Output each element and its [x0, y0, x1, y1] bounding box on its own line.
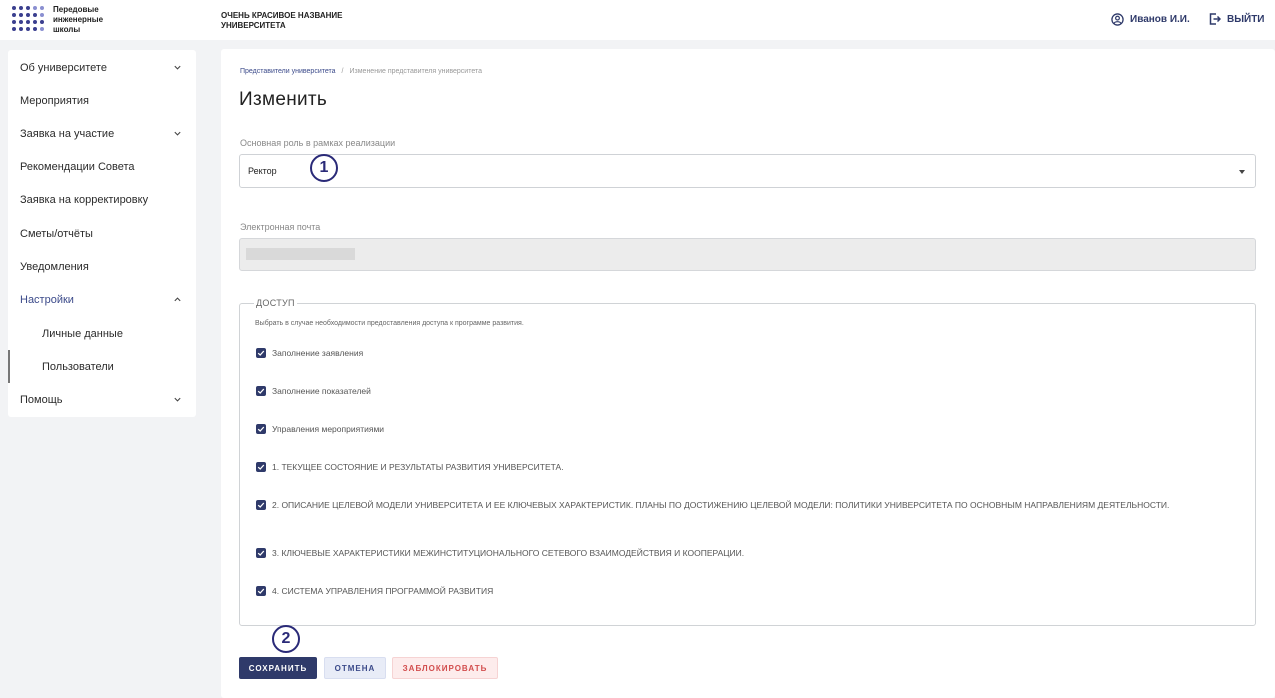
top-header: Передовые инженерные школы ОЧЕНЬ КРАСИВО…: [0, 0, 1275, 40]
sidebar-item-label: Рекомендации Совета: [20, 160, 135, 173]
breadcrumb-link[interactable]: Представители университета: [240, 68, 336, 75]
logo-text: Передовые инженерные школы: [53, 5, 104, 34]
sidebar-item-personal-data[interactable]: Личные данные: [8, 317, 196, 350]
checkbox-checked-icon[interactable]: [256, 462, 266, 472]
logo-dots-icon: [12, 6, 44, 34]
checkbox-checked-icon[interactable]: [256, 586, 266, 596]
breadcrumb: Представители университета / Изменение п…: [240, 68, 482, 75]
university-name: ОЧЕНЬ КРАСИВОЕ НАЗВАНИЕ УНИВЕРСИТЕТА: [221, 11, 343, 30]
access-option-label: Заполнение показателей: [272, 386, 371, 396]
access-option-label: 3. КЛЮЧЕВЫЕ ХАРАКТЕРИСТИКИ МЕЖИНСТИТУЦИО…: [272, 548, 745, 558]
chevron-up-icon: [174, 297, 181, 302]
access-option[interactable]: 2. ОПИСАНИЕ ЦЕЛЕВОЙ МОДЕЛИ УНИВЕРСИТЕТА …: [256, 500, 1241, 510]
page-title: Изменить: [239, 89, 328, 110]
user-profile[interactable]: Иванов И.И.: [1111, 13, 1190, 26]
cancel-button[interactable]: ОТМЕНА: [324, 657, 386, 679]
access-hint: Выбрать в случае необходимости предостав…: [255, 320, 524, 327]
access-option-label: Управления мероприятиями: [272, 424, 385, 434]
email-label: Электронная почта: [240, 222, 321, 232]
role-select[interactable]: Ректор: [239, 154, 1256, 188]
annotation-badge-2: 2: [272, 625, 300, 653]
checkbox-checked-icon[interactable]: [256, 348, 266, 358]
checkbox-checked-icon[interactable]: [256, 386, 266, 396]
checkbox-checked-icon[interactable]: [256, 548, 266, 558]
sidebar-item-estimates-reports[interactable]: Сметы/отчёты: [8, 217, 196, 250]
sidebar-item-events[interactable]: Мероприятия: [8, 84, 196, 117]
sidebar-item-label: Пользователи: [42, 360, 114, 373]
user-name: Иванов И.И.: [1130, 14, 1190, 25]
chevron-down-icon: [174, 65, 181, 70]
sidebar-item-help[interactable]: Помощь: [8, 383, 196, 416]
access-option[interactable]: 4. СИСТЕМА УПРАВЛЕНИЯ ПРОГРАММОЙ РАЗВИТИ…: [256, 586, 493, 596]
sidebar-item-label: Заявка на корректировку: [20, 193, 149, 206]
email-field[interactable]: [239, 238, 1256, 271]
annotation-badge-1: 1: [310, 154, 338, 182]
chevron-down-icon: [174, 397, 181, 402]
sidebar-item-about[interactable]: Об университете: [8, 51, 196, 84]
logout-button[interactable]: ВЫЙТИ: [1209, 13, 1265, 25]
block-button[interactable]: ЗАБЛОКИРОВАТЬ: [392, 657, 498, 679]
access-option[interactable]: Управления мероприятиями: [256, 424, 384, 434]
save-button[interactable]: СОХРАНИТЬ: [239, 657, 317, 679]
sidebar-item-correction-request[interactable]: Заявка на корректировку: [8, 183, 196, 216]
access-option[interactable]: 1. ТЕКУЩЕЕ СОСТОЯНИЕ И РЕЗУЛЬТАТЫ РАЗВИТ…: [256, 462, 564, 472]
logout-label: ВЫЙТИ: [1227, 13, 1265, 25]
sidebar: Об университете Мероприятия Заявка на уч…: [8, 50, 196, 417]
checkbox-checked-icon[interactable]: [256, 500, 266, 510]
dropdown-arrow-icon: [1239, 170, 1245, 174]
role-label: Основная роль в рамках реализации: [240, 138, 396, 148]
sidebar-item-label: Сметы/отчёты: [20, 227, 93, 240]
access-fieldset: ДОСТУП Выбрать в случае необходимости пр…: [239, 298, 1256, 626]
access-option[interactable]: Заполнение заявления: [256, 348, 363, 358]
access-option-label: Заполнение заявления: [272, 348, 364, 358]
access-legend: ДОСТУП: [254, 298, 297, 308]
logo[interactable]: Передовые инженерные школы: [12, 5, 123, 35]
breadcrumb-current: Изменение представителя университета: [349, 68, 483, 75]
sidebar-item-label: Об университете: [20, 61, 107, 74]
access-option-label: 4. СИСТЕМА УПРАВЛЕНИЯ ПРОГРАММОЙ РАЗВИТИ…: [272, 586, 494, 596]
role-value: Ректор: [248, 166, 277, 176]
access-option[interactable]: Заполнение показателей: [256, 386, 371, 396]
sidebar-item-users[interactable]: Пользователи: [8, 350, 196, 383]
sidebar-item-label: Помощь: [20, 393, 63, 406]
sidebar-item-label: Мероприятия: [20, 94, 89, 107]
sidebar-item-council-recommendations[interactable]: Рекомендации Совета: [8, 150, 196, 183]
sidebar-item-label: Личные данные: [42, 327, 123, 340]
checkbox-checked-icon[interactable]: [256, 424, 266, 434]
sidebar-item-label: Уведомления: [20, 260, 89, 273]
access-option-label: 1. ТЕКУЩЕЕ СОСТОЯНИЕ И РЕЗУЛЬТАТЫ РАЗВИТ…: [272, 462, 564, 472]
access-option-label: 2. ОПИСАНИЕ ЦЕЛЕВОЙ МОДЕЛИ УНИВЕРСИТЕТА …: [272, 500, 1170, 510]
sidebar-item-notifications[interactable]: Уведомления: [8, 250, 196, 283]
sidebar-item-label: Заявка на участие: [20, 127, 115, 140]
access-option[interactable]: 3. КЛЮЧЕВЫЕ ХАРАКТЕРИСТИКИ МЕЖИНСТИТУЦИО…: [256, 548, 744, 558]
user-circle-icon: [1111, 13, 1124, 26]
sidebar-item-settings[interactable]: Настройки: [8, 283, 196, 316]
main-content: Представители университета / Изменение п…: [221, 49, 1275, 698]
sidebar-item-label: Настройки: [20, 293, 74, 306]
breadcrumb-separator: /: [341, 68, 344, 75]
email-redacted: [246, 248, 355, 260]
sidebar-item-application[interactable]: Заявка на участие: [8, 117, 196, 150]
chevron-down-icon: [174, 131, 181, 136]
logout-icon: [1209, 13, 1221, 25]
